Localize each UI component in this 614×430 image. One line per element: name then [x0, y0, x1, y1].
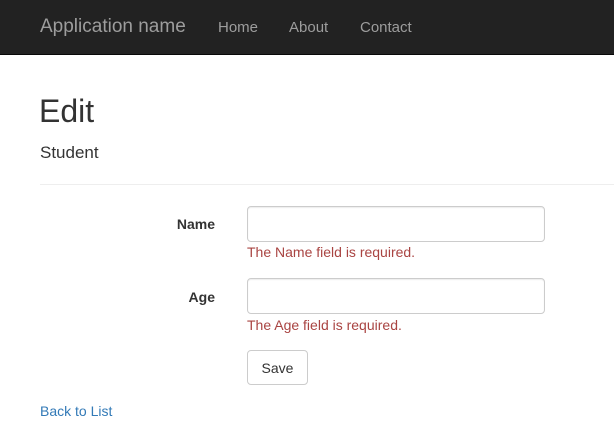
- top-navbar: Application name Home About Contact: [0, 0, 614, 55]
- back-to-list-link[interactable]: Back to List: [40, 402, 112, 420]
- nav-link-about[interactable]: About: [289, 19, 328, 37]
- age-label: Age: [188, 289, 215, 305]
- nav-link-contact[interactable]: Contact: [360, 19, 412, 37]
- age-input[interactable]: [247, 278, 545, 314]
- section-divider: [40, 184, 614, 185]
- age-validation-error: The Age field is required.: [247, 317, 402, 333]
- brand-link[interactable]: Application name: [40, 16, 186, 38]
- page-title: Edit: [39, 93, 95, 129]
- name-input[interactable]: [247, 206, 545, 242]
- name-label: Name: [176, 216, 215, 232]
- page-subtitle: Student: [40, 143, 99, 162]
- save-button[interactable]: Save: [247, 350, 308, 385]
- nav-link-home[interactable]: Home: [218, 19, 258, 37]
- name-validation-error: The Name field is required.: [247, 244, 416, 260]
